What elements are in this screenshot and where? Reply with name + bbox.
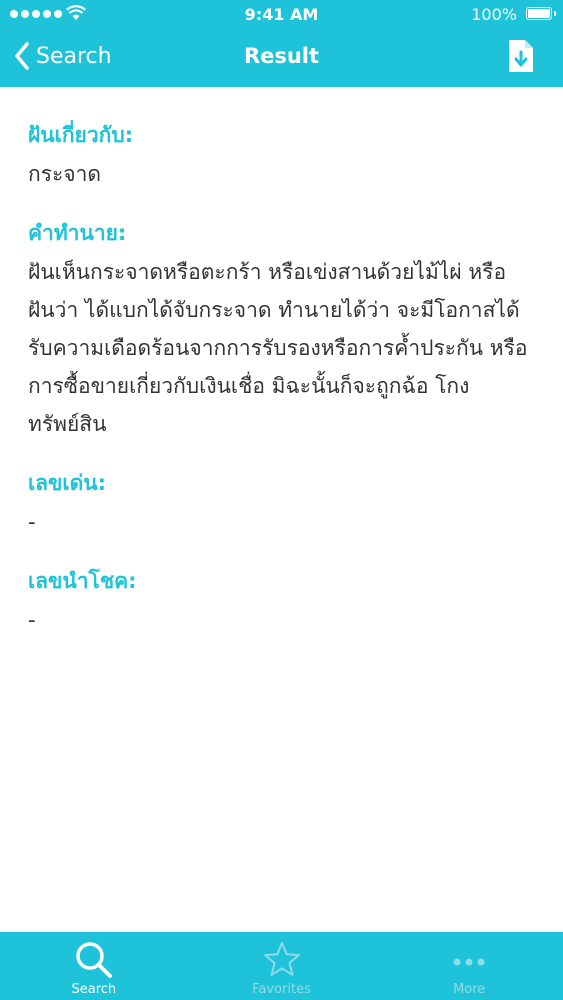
save-file-icon [509, 40, 533, 72]
tab-favorites[interactable]: Favorites [188, 932, 376, 1000]
prediction-section: คำทำนาย: ฝันเห็นกระจาดหรือตะกร้า หรือเข่… [28, 213, 538, 443]
tab-favorites-label: Favorites [252, 982, 311, 997]
dream-subject-section: ฝันเกี่ยวกับ: กระจาด [28, 115, 538, 193]
tab-more[interactable]: More [375, 932, 563, 1000]
more-icon [453, 958, 485, 966]
save-button[interactable] [507, 38, 535, 78]
page-title: Result [243, 44, 320, 68]
key-number-value: - [28, 510, 36, 534]
tab-search-label: Search [71, 982, 117, 997]
lucky-number-value: - [28, 608, 36, 632]
key-number-section: เลขเด่น: - [28, 463, 538, 541]
prediction-label: คำทำนาย: [28, 221, 127, 245]
prediction-value: ฝันเห็นกระจาดหรือตะกร้า หรือเข่งสานด้วยไ… [28, 260, 528, 436]
navigation-bar: Search Result [0, 28, 563, 87]
status-bar: 9:41 AM 100% [0, 0, 563, 28]
star-icon [263, 942, 300, 976]
battery-icon [526, 7, 556, 20]
search-icon [76, 942, 112, 978]
key-number-label: เลขเด่น: [28, 471, 106, 495]
battery-percentage: 100% [471, 5, 517, 24]
lucky-number-label: เลขนำโชค: [28, 569, 137, 593]
tab-search[interactable]: Search [0, 932, 188, 1000]
lucky-number-section: เลขนำโชค: - [28, 561, 538, 639]
top-bar: 9:41 AM 100% Search Result [0, 0, 563, 87]
dream-subject-value: กระจาด [28, 162, 102, 186]
result-content: ฝันเกี่ยวกับ: กระจาด คำทำนาย: ฝันเห็นกระ… [28, 115, 538, 659]
tab-bar: Search Favorites More [0, 932, 563, 1000]
result-screen: 9:41 AM 100% Search Result ฝันเกี่ยวกับ:… [0, 0, 563, 1000]
dream-subject-label: ฝันเกี่ยวกับ: [28, 123, 134, 147]
tab-more-label: More [453, 982, 486, 997]
